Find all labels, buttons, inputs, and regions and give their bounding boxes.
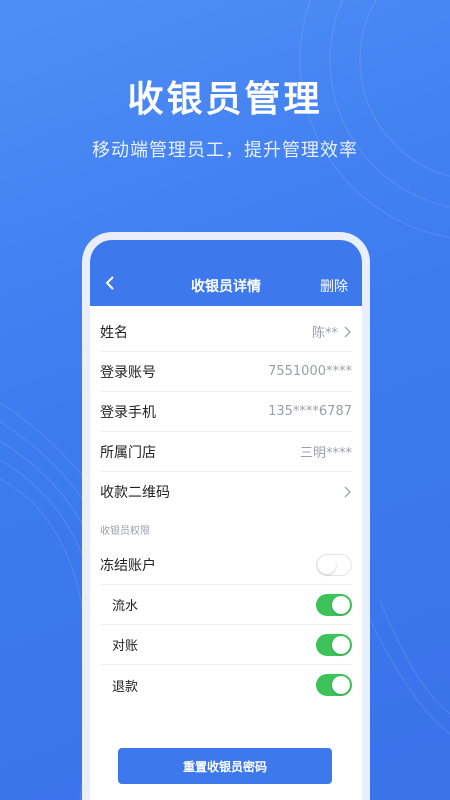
detail-value: 135****6787	[268, 404, 352, 419]
detail-row-phone: 登录手机 135****6787	[100, 392, 352, 432]
navbar: 收银员详情 删除	[90, 240, 362, 306]
detail-row-store: 所属门店 三明****	[100, 432, 352, 472]
detail-row-qrcode[interactable]: 收款二维码	[100, 472, 352, 512]
detail-value-text: 陈**	[311, 326, 338, 341]
hero-title: 收银员管理	[127, 79, 323, 120]
detail-label: 收款二维码	[100, 485, 170, 501]
permission-label: 对账	[112, 639, 139, 654]
chevron-right-icon	[344, 486, 351, 498]
detail-value	[338, 486, 352, 498]
permission-row-reconcile: 对账	[100, 625, 352, 665]
permission-row-flow: 流水	[100, 585, 352, 625]
permission-label: 退款	[112, 679, 139, 695]
detail-label: 姓名	[100, 324, 128, 341]
detail-label: 所属门店	[100, 444, 156, 461]
reset-password-button[interactable]: 重置收银员密码	[118, 748, 332, 784]
freeze-account-row: 冻结账户	[100, 545, 352, 585]
toggle-knob	[332, 635, 350, 654]
detail-label: 登录手机	[100, 404, 156, 421]
chevron-right-icon	[344, 326, 351, 337]
permission-row-refund: 退款	[100, 665, 352, 705]
delete-button[interactable]: 删除	[320, 276, 348, 296]
detail-row-account: 登录账号 7551000****	[100, 352, 352, 392]
refund-toggle[interactable]	[316, 674, 352, 696]
permission-label: 流水	[112, 599, 139, 614]
detail-label: 登录账号	[100, 364, 156, 381]
detail-value: 三明****	[299, 446, 352, 461]
detail-row-name[interactable]: 姓名 陈**	[100, 312, 352, 352]
detail-value: 7551000****	[268, 364, 352, 379]
toggle-knob	[332, 595, 350, 614]
section-title-permissions: 收银员权限	[100, 526, 150, 537]
reconcile-toggle[interactable]	[316, 633, 352, 656]
detail-value: 陈**	[312, 322, 352, 341]
toggle-knob	[332, 676, 350, 694]
toggle-knob	[318, 555, 336, 574]
phone-screen: 收银员详情 删除 姓名 陈** 登录账号 7551000**** 登录手机 13…	[90, 240, 362, 800]
hero-subtitle: 移动端管理员工，提升管理效率	[92, 140, 358, 161]
freeze-account-label: 冻结账户	[100, 557, 156, 574]
flow-toggle[interactable]	[316, 593, 352, 616]
phone-frame: 收银员详情 删除 姓名 陈** 登录账号 7551000**** 登录手机 13…	[82, 232, 370, 800]
freeze-account-toggle[interactable]	[316, 553, 352, 576]
